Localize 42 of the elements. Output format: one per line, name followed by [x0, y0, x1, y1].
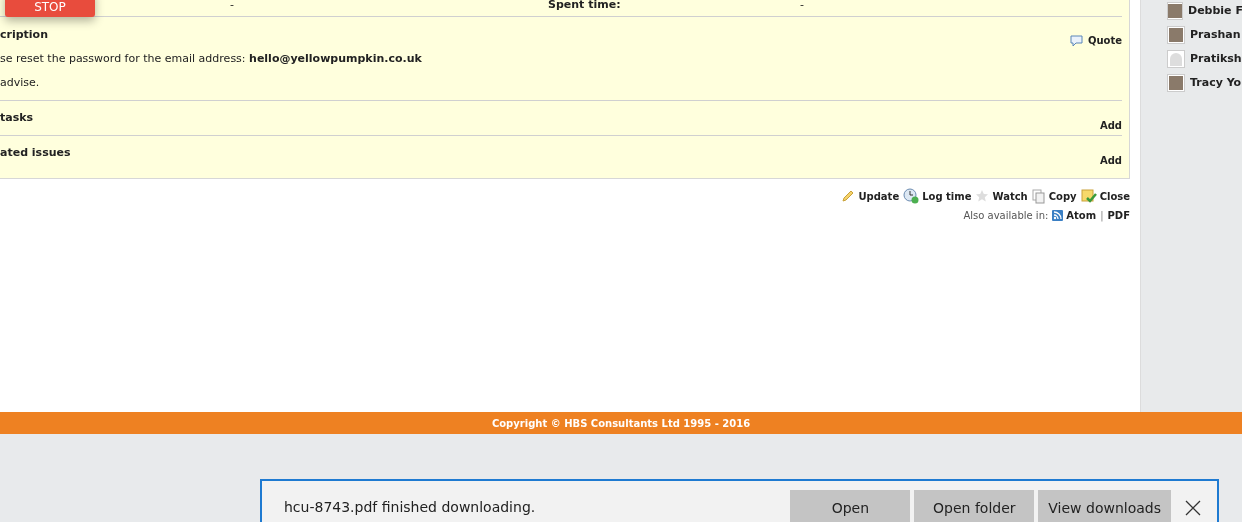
add-link[interactable]: Add — [1099, 118, 1122, 133]
copyright-text: Copyright © HBS Consultants Ltd 1995 - 2016 — [491, 416, 751, 431]
action-link[interactable]: Log time — [903, 188, 972, 204]
close-icon — [1185, 500, 1201, 516]
copy-icon — [1031, 188, 1046, 204]
field-label: Spent time: — [548, 0, 622, 10]
quote-link[interactable]: Quote — [1069, 33, 1122, 48]
formats-label: Also available in: — [963, 209, 1049, 223]
download-message: hcu-8743.pdf finished downloading. — [284, 498, 537, 517]
section-title: cription — [0, 28, 48, 42]
watcher-link[interactable]: Debbie F — [1188, 2, 1242, 20]
avatar-placeholder — [1167, 2, 1183, 20]
stop-button[interactable]: STOP — [5, 0, 95, 17]
speech-bubble-icon — [1069, 34, 1083, 47]
description-text: se reset the password for the email address: hello@yellowpumpkin.co.uk — [0, 52, 422, 66]
separator: | — [1100, 209, 1104, 223]
field-value: - — [800, 0, 804, 10]
action-link[interactable]: Update — [841, 188, 900, 204]
avatar-placeholder — [1167, 26, 1185, 44]
watcher-link[interactable]: Tracy Yo — [1190, 74, 1242, 92]
action-link[interactable]: Close — [1080, 188, 1130, 204]
watcher-link[interactable]: Pratiksh — [1190, 50, 1242, 68]
add-link[interactable]: Add — [1099, 153, 1122, 168]
section-title: ated issues — [0, 146, 71, 160]
star-icon — [975, 189, 990, 203]
format-link[interactable]: PDF — [1107, 208, 1130, 223]
field-value: - — [230, 0, 235, 10]
section-title: tasks — [0, 111, 34, 125]
avatar-placeholder — [1167, 74, 1185, 92]
format-link[interactable]: Atom — [1052, 208, 1097, 223]
download-action-button[interactable]: View downloads — [1038, 490, 1171, 522]
watcher-link[interactable]: Prashan — [1190, 26, 1241, 44]
avatar-silhouette — [1167, 50, 1185, 68]
clock-icon — [903, 188, 920, 204]
download-action-button[interactable]: Open — [790, 490, 911, 522]
download-action-button[interactable]: Open folder — [914, 490, 1035, 522]
checked-note-icon — [1080, 188, 1097, 204]
action-link[interactable]: Copy — [1031, 188, 1077, 204]
pencil-icon — [841, 189, 856, 203]
description-text: advise. — [0, 76, 40, 90]
action-link[interactable]: Watch — [975, 188, 1028, 204]
feed-icon — [1052, 210, 1064, 221]
